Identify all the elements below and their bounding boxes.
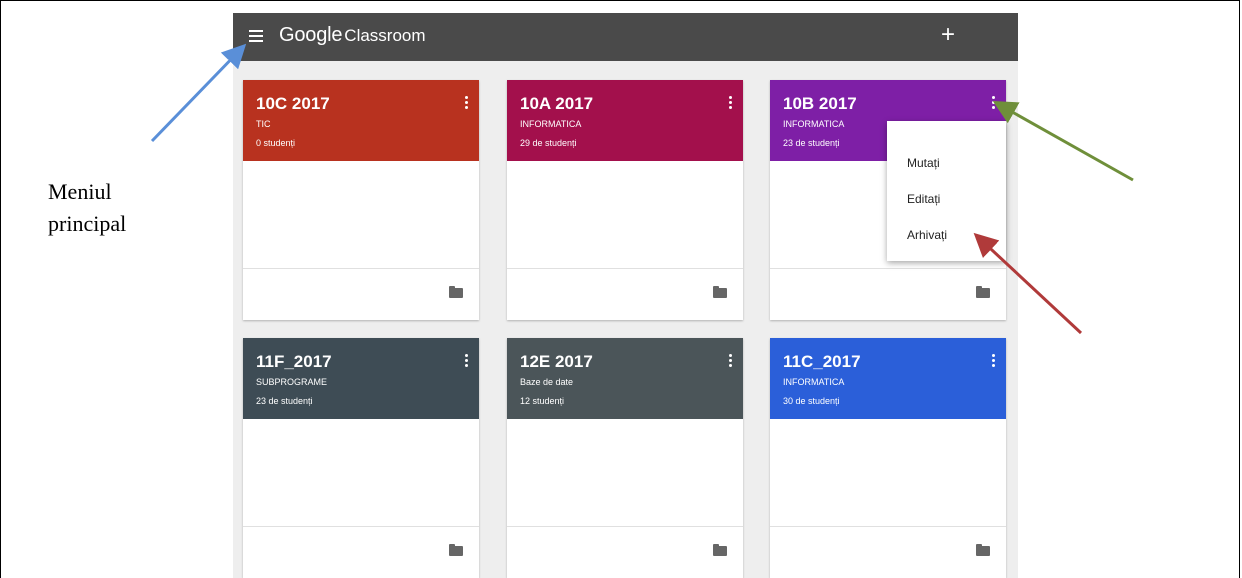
class-card-footer: [770, 268, 1006, 320]
class-card-header[interactable]: 10A 2017 INFORMATICA 29 de studenți: [507, 80, 743, 161]
top-app-bar: Google Classroom +: [233, 13, 1018, 61]
class-name[interactable]: 11C_2017: [783, 352, 861, 372]
class-name[interactable]: 12E 2017: [520, 352, 593, 372]
menu-item-edit[interactable]: Editați: [907, 192, 940, 206]
class-context-menu: Mutați Editați Arhivați: [887, 121, 1006, 261]
class-name[interactable]: 10B 2017: [783, 94, 857, 114]
menu-item-move[interactable]: Mutați: [907, 156, 940, 170]
brand-classroom: Classroom: [344, 26, 426, 45]
class-card-footer: [243, 526, 479, 578]
class-student-count: 29 de studenți: [520, 138, 577, 148]
class-card-footer: [507, 526, 743, 578]
class-student-count: 0 studenți: [256, 138, 296, 148]
class-section: INFORMATICA: [783, 119, 845, 129]
more-vert-icon[interactable]: [992, 96, 996, 111]
more-vert-icon[interactable]: [465, 354, 469, 369]
more-vert-icon[interactable]: [992, 354, 996, 369]
more-vert-icon[interactable]: [465, 96, 469, 111]
menu-item-archive[interactable]: Arhivați: [907, 228, 947, 242]
class-student-count: 23 de studenți: [783, 138, 840, 148]
folder-icon[interactable]: [449, 544, 463, 556]
class-card[interactable]: 10C 2017 TIC 0 studenți: [243, 80, 479, 320]
classroom-screenshot: Google Classroom + 10C 2017 TIC 0 studenți 1…: [233, 13, 1018, 578]
class-section: TIC: [256, 119, 271, 129]
caption-line-1: Meniul: [48, 179, 112, 204]
class-student-count: 12 studenți: [520, 396, 565, 406]
more-vert-icon[interactable]: [729, 354, 733, 369]
class-card-header[interactable]: 11F_2017 SUBPROGRAME 23 de studenți: [243, 338, 479, 419]
class-card-header[interactable]: 10C 2017 TIC 0 studenți: [243, 80, 479, 161]
class-card-footer: [770, 526, 1006, 578]
folder-icon[interactable]: [976, 544, 990, 556]
class-name[interactable]: 10A 2017: [520, 94, 593, 114]
caption-line-2: principal: [48, 210, 127, 236]
folder-icon[interactable]: [713, 544, 727, 556]
class-card[interactable]: 11F_2017 SUBPROGRAME 23 de studenți: [243, 338, 479, 578]
folder-icon[interactable]: [449, 286, 463, 298]
class-card-footer: [507, 268, 743, 320]
main-menu-caption: Meniul principal: [48, 176, 198, 240]
add-class-button[interactable]: +: [941, 21, 955, 49]
class-card-header[interactable]: 11C_2017 INFORMATICA 30 de studenți: [770, 338, 1006, 419]
class-name[interactable]: 11F_2017: [256, 352, 332, 372]
hamburger-menu-icon[interactable]: [249, 30, 263, 42]
class-card-footer: [243, 268, 479, 320]
folder-icon[interactable]: [713, 286, 727, 298]
class-section: Baze de date: [520, 377, 574, 387]
folder-icon[interactable]: [976, 286, 990, 298]
class-section: INFORMATICA: [520, 119, 582, 129]
class-card[interactable]: 12E 2017 Baze de date 12 studenți: [507, 338, 743, 578]
class-section: INFORMATICA: [783, 377, 845, 387]
class-name[interactable]: 10C 2017: [256, 94, 330, 114]
class-card-header[interactable]: 12E 2017 Baze de date 12 studenți: [507, 338, 743, 419]
class-student-count: 23 de studenți: [256, 396, 313, 406]
class-student-count: 30 de studenți: [783, 396, 840, 406]
brand-google: Google: [279, 24, 343, 46]
class-card[interactable]: 11C_2017 INFORMATICA 30 de studenți: [770, 338, 1006, 578]
class-section: SUBPROGRAME: [256, 377, 328, 387]
app-logo[interactable]: Google Classroom: [279, 24, 426, 47]
more-vert-icon[interactable]: [729, 96, 733, 111]
class-card[interactable]: 10A 2017 INFORMATICA 29 de studenți: [507, 80, 743, 320]
